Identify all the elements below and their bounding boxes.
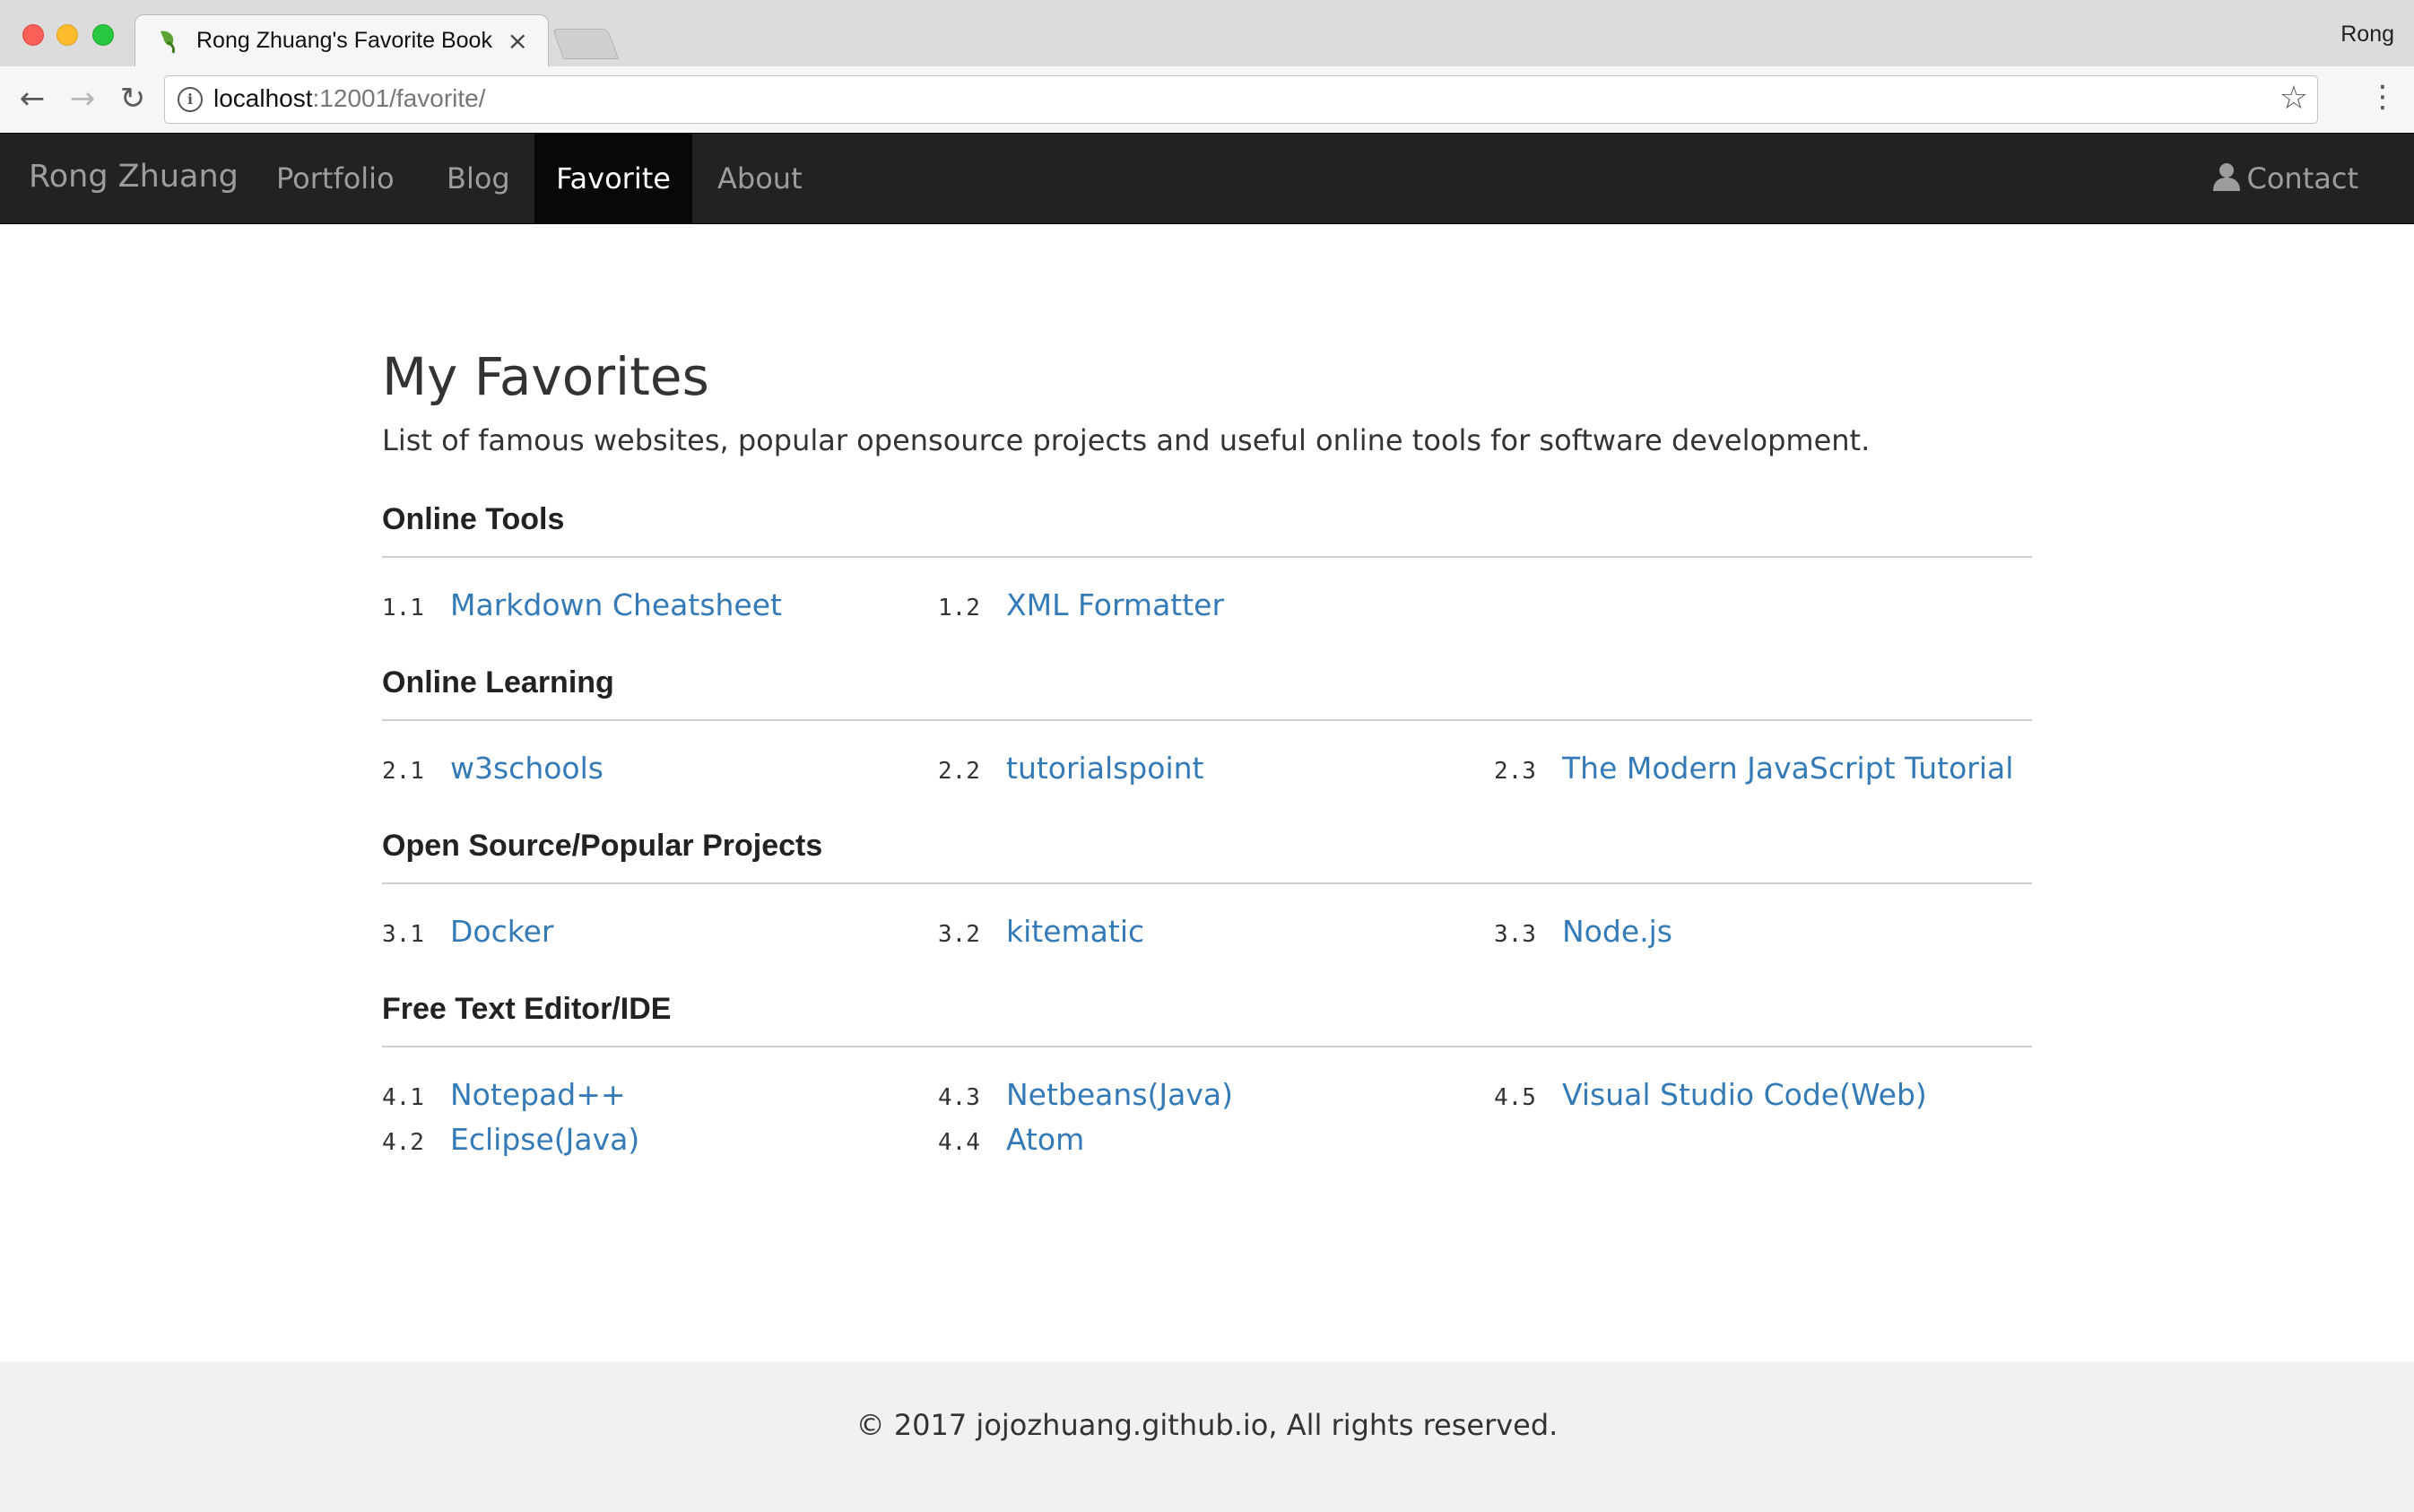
favorite-link[interactable]: Notepad++ [450,1077,626,1112]
info-icon[interactable]: i [178,87,203,112]
nav-item-blog[interactable]: Blog [447,134,510,223]
item-column: 1.2 XML Formatter [938,583,1494,628]
favorite-link[interactable]: tutorialspoint [1006,751,1203,786]
favorites-section: Open Source/Popular Projects 3.1 Docker 3.2… [382,827,2032,954]
item-number: 2.2 [938,758,980,785]
close-window-button[interactable] [22,24,44,46]
user-icon [2212,163,2240,191]
footer: © 2017 jojozhuang.github.io, All rights … [0,1361,2414,1512]
section-title: Open Source/Popular Projects [382,827,2032,884]
back-arrow-icon[interactable]: ← [13,79,52,118]
browser-titlebar: Rong Zhuang's Favorite Bookmarks × Rong [0,0,2414,67]
leaf-icon [161,30,175,54]
item-number: 4.1 [382,1084,424,1111]
forward-arrow-icon[interactable]: → [63,79,102,118]
item-column: 3.3 Node.js [1494,909,2050,954]
item-column: 3.1 Docker [382,909,938,954]
favorite-link[interactable]: The Modern JavaScript Tutorial [1562,751,2013,786]
list-item: 4.4 Atom [938,1117,1494,1162]
favorite-link[interactable]: Eclipse(Java) [450,1122,639,1157]
nav-item-about[interactable]: About [717,134,803,223]
section-items: 2.1 w3schools 2.2 tutorialspoint 2.3 The Mode… [382,746,2032,791]
nav-brand[interactable]: Rong Zhuang [29,159,239,195]
main-content: My Favorites List of famous websites, po… [382,341,2032,1162]
item-column: 4.3 Netbeans(Java) 4.4 Atom [938,1073,1494,1162]
list-item: 2.3 The Modern JavaScript Tutorial [1494,746,2050,791]
browser-toolbar: ← → ↻ i localhost:12001/favorite/ ☆ ⋮ [0,66,2414,134]
page-title: My Favorites [382,346,709,407]
kebab-menu-icon[interactable]: ⋮ [2367,79,2398,115]
section-title: Online Tools [382,500,2032,558]
item-column: 1.1 Markdown Cheatsheet [382,583,938,628]
item-column: 3.2 kitematic [938,909,1494,954]
nav-item-contact[interactable]: Contact [2211,134,2359,223]
favorite-link[interactable]: Visual Studio Code(Web) [1562,1077,1927,1112]
item-number: 4.3 [938,1084,980,1111]
tab-close-icon[interactable]: × [508,26,528,56]
section-items: 4.1 Notepad++ 4.2 Eclipse(Java) 4.3 Netbeans(… [382,1073,2032,1162]
favorite-link[interactable]: XML Formatter [1006,587,1224,622]
maximize-window-button[interactable] [92,24,114,46]
item-column: 4.1 Notepad++ 4.2 Eclipse(Java) [382,1073,938,1162]
list-item: 4.1 Notepad++ [382,1073,938,1117]
favorite-link[interactable]: Node.js [1562,914,1672,949]
nav-item-favorite[interactable]: Favorite [534,134,692,223]
list-item: 4.2 Eclipse(Java) [382,1117,938,1162]
minimize-window-button[interactable] [56,24,78,46]
item-number: 4.4 [938,1129,980,1156]
section-title: Free Text Editor/IDE [382,990,2032,1047]
item-number: 3.1 [382,921,424,948]
url-text[interactable]: localhost:12001/favorite/ [213,84,486,113]
nav-item-portfolio[interactable]: Portfolio [276,134,395,223]
section-title: Online Learning [382,664,2032,721]
item-column: 2.2 tutorialspoint [938,746,1494,791]
favorites-sections: Online Tools 1.1 Markdown Cheatsheet 1.2 XML… [382,500,2032,1162]
item-number: 1.1 [382,595,424,621]
favorite-link[interactable]: kitematic [1006,914,1144,949]
section-items: 1.1 Markdown Cheatsheet 1.2 XML Formatter [382,583,2032,628]
list-item: 1.2 XML Formatter [938,583,1494,628]
item-column: 4.5 Visual Studio Code(Web) [1494,1073,2050,1117]
favorite-link[interactable]: Netbeans(Java) [1006,1077,1233,1112]
list-item: 4.3 Netbeans(Java) [938,1073,1494,1117]
item-number: 4.5 [1494,1084,1536,1111]
list-item: 3.1 Docker [382,909,938,954]
footer-copyright: © 2017 jojozhuang.github.io, All rights … [855,1408,1559,1442]
item-number: 3.3 [1494,921,1536,948]
list-item: 3.2 kitematic [938,909,1494,954]
tab-title: Rong Zhuang's Favorite Bookmarks [196,28,492,53]
favorites-section: Online Learning 2.1 w3schools 2.2 tutorialsp… [382,664,2032,791]
list-item: 1.1 Markdown Cheatsheet [382,583,938,628]
list-item: 4.5 Visual Studio Code(Web) [1494,1073,2050,1117]
section-items: 3.1 Docker 3.2 kitematic 3.3 Node.js [382,909,2032,954]
reload-icon[interactable]: ↻ [113,79,152,118]
browser-tab[interactable]: Rong Zhuang's Favorite Bookmarks × [135,14,549,67]
item-column: 2.1 w3schools [382,746,938,791]
item-number: 1.2 [938,595,980,621]
item-column: 2.3 The Modern JavaScript Tutorial [1494,746,2050,791]
list-item: 3.3 Node.js [1494,909,2050,954]
profile-name[interactable]: Rong [2340,22,2394,48]
page-lead: List of famous websites, popular opensou… [382,423,1871,457]
contact-label: Contact [2246,161,2359,196]
list-item: 2.2 tutorialspoint [938,746,1494,791]
address-bar[interactable]: i localhost:12001/favorite/ ☆ [164,75,2318,124]
favorite-link[interactable]: w3schools [450,751,604,786]
favorites-section: Free Text Editor/IDE 4.1 Notepad++ 4.2 Eclip… [382,990,2032,1162]
favorite-link[interactable]: Markdown Cheatsheet [450,587,782,622]
item-number: 3.2 [938,921,980,948]
item-number: 2.1 [382,758,424,785]
new-tab-button[interactable] [551,29,620,59]
favorite-link[interactable]: Atom [1006,1122,1084,1157]
site-navbar: Rong Zhuang Portfolio Blog Favorite Abou… [0,133,2414,224]
list-item: 2.1 w3schools [382,746,938,791]
bookmark-star-icon[interactable]: ☆ [2279,80,2308,117]
item-number: 4.2 [382,1129,424,1156]
favorites-section: Online Tools 1.1 Markdown Cheatsheet 1.2 XML… [382,500,2032,628]
favorite-link[interactable]: Docker [450,914,554,949]
item-number: 2.3 [1494,758,1536,785]
